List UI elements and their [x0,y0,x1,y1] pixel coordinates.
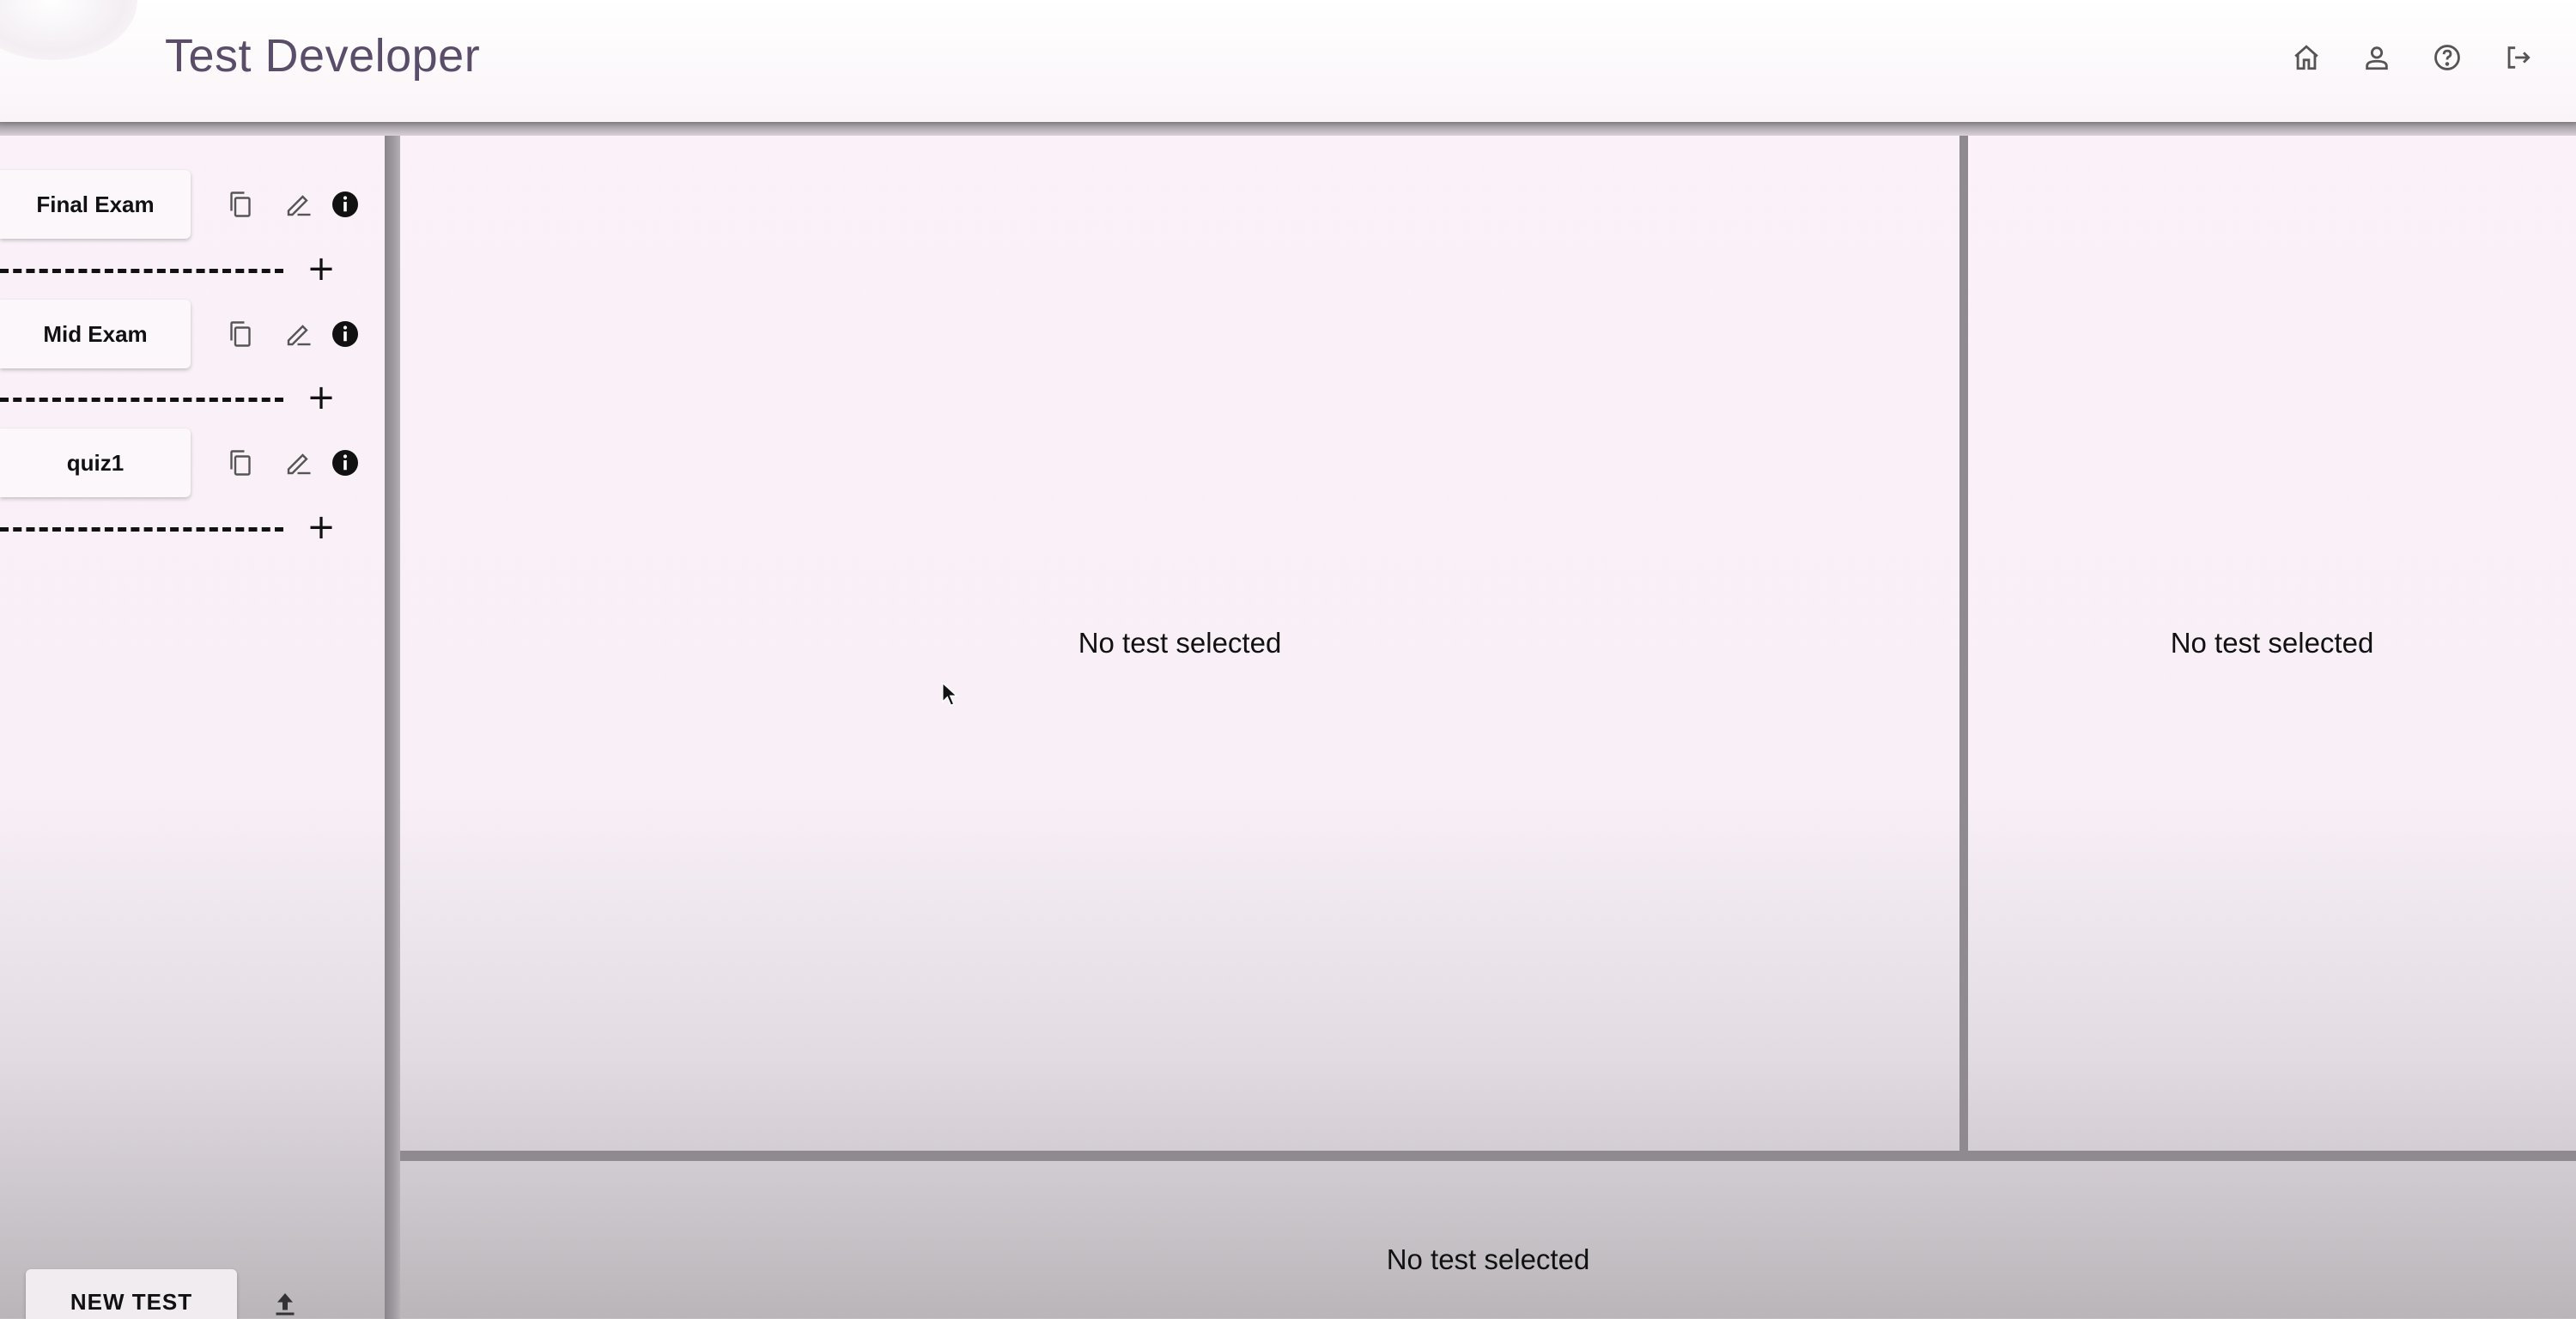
new-test-button[interactable]: NEW TEST [26,1269,237,1319]
logout-icon[interactable] [2497,37,2538,78]
add-test-between-button[interactable]: + [306,249,337,289]
copy-icon[interactable] [223,446,258,480]
info-icon[interactable] [328,446,362,480]
test-list-item: quiz1 [0,429,385,499]
mouse-cursor-icon [941,681,958,708]
sidebar-resize-handle[interactable] [385,136,400,1319]
header-nav [2286,36,2538,79]
test-button-mid-exam[interactable]: Mid Exam [0,300,191,368]
page-title: Test Developer [165,30,481,82]
test-button-quiz1[interactable]: quiz1 [0,429,191,497]
add-test-between-button[interactable]: + [306,378,337,417]
info-icon[interactable] [328,317,362,351]
edit-icon[interactable] [282,317,316,351]
home-icon[interactable] [2286,37,2327,78]
test-list-item: Mid Exam [0,300,385,370]
logo [0,0,137,60]
main-panel: No test selected [400,136,1959,1151]
copy-icon[interactable] [223,187,258,222]
bottom-panel: No test selected [400,1161,2576,1319]
insert-separator [0,269,283,273]
header-divider [0,120,2576,136]
info-icon[interactable] [328,187,362,222]
user-icon[interactable] [2356,37,2397,78]
test-list-item: Final Exam [0,170,385,240]
insert-separator [0,398,283,402]
empty-state-text: No test selected [2170,627,2374,659]
test-button-final-exam[interactable]: Final Exam [0,170,191,239]
edit-icon[interactable] [282,446,316,480]
empty-state-text: No test selected [1078,627,1282,659]
insert-separator [0,527,283,532]
app-header: Test Developer [0,0,2576,122]
panel-resize-handle-vertical[interactable] [1959,136,1968,1161]
edit-icon[interactable] [282,187,316,222]
test-sidebar: Final Exam + Mid Exam + quiz1 + [0,136,385,1319]
panel-resize-handle-horizontal[interactable] [400,1151,2576,1161]
help-icon[interactable] [2427,37,2468,78]
upload-icon[interactable] [270,1288,301,1319]
side-panel: No test selected [1968,136,2576,1151]
copy-icon[interactable] [223,317,258,351]
add-test-between-button[interactable]: + [306,508,337,547]
empty-state-text: No test selected [1386,1243,1590,1275]
